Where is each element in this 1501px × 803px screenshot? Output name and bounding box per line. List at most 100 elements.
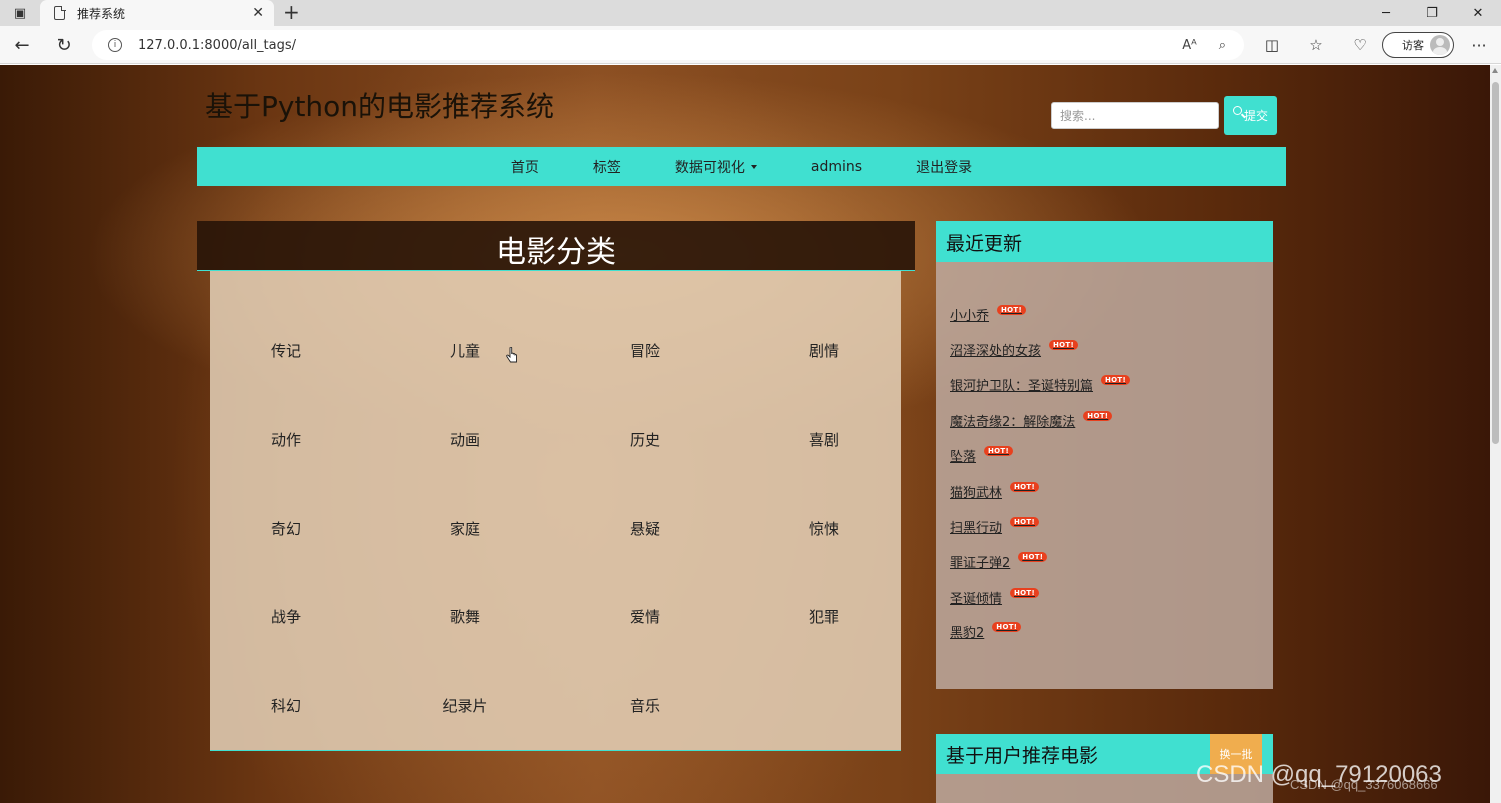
recent-item[interactable]: 扫黑行动 HOT! [950, 516, 1039, 536]
recent-item-title: 罪证子弹2 [950, 556, 1011, 571]
zoom-icon[interactable]: ⌕ [1219, 38, 1226, 53]
hand-cursor-icon [506, 347, 517, 363]
category-item[interactable]: 冒险 [585, 340, 705, 361]
hot-badge: HOT! [1018, 551, 1048, 562]
read-aloud-icon[interactable]: Aᴬ [1182, 38, 1197, 53]
back-icon[interactable]: ← [8, 32, 36, 58]
recent-updates-heading: 最近更新 [946, 233, 1023, 255]
recent-item-title: 圣诞倾情 [950, 592, 1003, 607]
recent-item[interactable]: 魔法奇缘2：解除魔法 HOT! [950, 410, 1113, 430]
recent-item[interactable]: 银河护卫队：圣诞特别篇 HOT! [950, 374, 1130, 394]
recent-updates-panel: 最近更新 小小乔 HOT! 沼泽深处的女孩 HOT! 银河护卫队：圣诞特别篇 HOT!… [936, 221, 1273, 689]
recent-item-title: 银河护卫队：圣诞特别篇 [950, 379, 1094, 394]
tab-close-icon[interactable]: ✕ [252, 5, 264, 21]
search-submit-label: 提交 [1243, 109, 1268, 123]
category-grid: 传记 儿童 冒险 剧情 动作 动画 历史 喜剧 奇幻 家庭 悬疑 惊悚 战争 歌… [210, 271, 901, 751]
tab-actions-icon[interactable]: ▣ [0, 0, 40, 26]
hot-badge: HOT! [1010, 587, 1039, 598]
nav-logout[interactable]: 退出登录 [889, 157, 999, 177]
category-item[interactable]: 奇幻 [226, 518, 346, 539]
category-item[interactable]: 动作 [226, 429, 346, 450]
user-recommend-heading: 基于用户推荐电影 [946, 745, 1099, 767]
site-title: 基于Python的电影推荐系统 [205, 90, 555, 123]
restore-icon[interactable]: ❐ [1409, 0, 1455, 26]
category-item[interactable]: 爱情 [585, 606, 705, 627]
category-item[interactable]: 动画 [405, 429, 525, 450]
close-window-icon[interactable]: ✕ [1455, 0, 1501, 26]
profile-button[interactable]: 访客 [1382, 32, 1454, 58]
nav-dataviz-label: 数据可视化 [674, 159, 745, 176]
nav-user[interactable]: admins [784, 159, 889, 175]
recent-item-title: 扫黑行动 [950, 521, 1003, 536]
recent-updates-header: 最近更新 [936, 221, 1273, 262]
watermark-small: CSDN @qq_3376068666 [1290, 777, 1438, 792]
window-controls: ─ ❐ ✕ [1363, 0, 1501, 26]
split-screen-icon[interactable]: ◫ [1258, 32, 1286, 58]
recent-item-title: 猫狗武林 [950, 486, 1003, 501]
recent-item-title: 黑豹2 [950, 626, 985, 641]
browser-tab[interactable]: 推荐系统 ✕ [40, 0, 274, 26]
search-icon [1232, 106, 1242, 115]
category-item[interactable]: 犯罪 [764, 606, 884, 627]
hot-badge: HOT! [1010, 516, 1039, 527]
recent-item[interactable]: 圣诞倾情 HOT! [950, 587, 1039, 607]
recent-item[interactable]: 猫狗武林 HOT! [950, 481, 1039, 501]
recent-item-title: 坠落 [950, 450, 977, 465]
category-item[interactable]: 惊悚 [764, 518, 884, 539]
recent-item[interactable]: 罪证子弹2 HOT! [950, 551, 1048, 571]
category-item[interactable]: 战争 [226, 606, 346, 627]
profile-label: 访客 [1402, 39, 1424, 52]
category-item[interactable]: 科幻 [226, 695, 346, 716]
category-item[interactable]: 歌舞 [405, 606, 525, 627]
nav-tags[interactable]: 标签 [566, 157, 648, 177]
category-item[interactable]: 历史 [585, 429, 705, 450]
hot-badge: HOT! [1010, 481, 1039, 492]
nav-home[interactable]: 首页 [484, 157, 566, 177]
hot-badge: HOT! [1049, 339, 1078, 350]
main-nav: 首页 标签 数据可视化 admins 退出登录 [197, 147, 1286, 186]
hot-badge: HOT! [992, 621, 1022, 632]
search-submit-button[interactable]: 提交 [1224, 96, 1277, 135]
hot-badge: HOT! [997, 304, 1026, 315]
tab-title: 推荐系统 [77, 6, 126, 21]
scrollbar-thumb[interactable] [1492, 82, 1499, 444]
recent-item[interactable]: 黑豹2 HOT! [950, 621, 1022, 641]
hot-badge: HOT! [1083, 410, 1113, 421]
recent-item-title: 魔法奇缘2：解除魔法 [950, 415, 1076, 430]
recent-item-title: 沼泽深处的女孩 [950, 344, 1042, 359]
browser-essentials-icon[interactable]: ♡ [1346, 32, 1374, 58]
avatar-icon [1430, 35, 1450, 55]
category-item[interactable]: 音乐 [585, 695, 705, 716]
more-options-icon[interactable]: ··· [1466, 32, 1492, 58]
favorites-icon[interactable]: ☆ [1302, 32, 1330, 58]
browser-address-bar: ← ↻ i 127.0.0.1:8000/all_tags/ Aᴬ ⌕ ◫ ☆ … [0, 26, 1501, 64]
page-scrollbar[interactable] [1490, 65, 1501, 803]
recent-item[interactable]: 小小乔 HOT! [950, 304, 1026, 324]
category-item[interactable]: 剧情 [764, 340, 884, 361]
category-heading: 电影分类 [496, 235, 616, 270]
category-item[interactable]: 纪录片 [405, 695, 525, 716]
new-tab-button[interactable]: + [283, 0, 300, 26]
reload-icon[interactable]: ↻ [50, 32, 78, 58]
recent-item[interactable]: 沼泽深处的女孩 HOT! [950, 339, 1078, 359]
browser-tab-bar: ▣ 推荐系统 ✕ + ─ ❐ ✕ [0, 0, 1501, 26]
category-item[interactable]: 家庭 [405, 518, 525, 539]
category-item[interactable]: 喜剧 [764, 429, 884, 450]
nav-dataviz-dropdown[interactable]: 数据可视化 [648, 157, 784, 177]
url-field[interactable]: i 127.0.0.1:8000/all_tags/ Aᴬ ⌕ [92, 30, 1244, 60]
hot-badge: HOT! [1101, 374, 1130, 385]
page-viewport: 基于Python的电影推荐系统 提交 首页 标签 数据可视化 admins 退出… [0, 65, 1490, 803]
category-item[interactable]: 传记 [226, 340, 346, 361]
search-input[interactable] [1051, 102, 1219, 129]
hot-badge: HOT! [984, 445, 1013, 456]
category-item[interactable]: 悬疑 [585, 518, 705, 539]
category-panel-header: 电影分类 [197, 221, 915, 271]
scroll-up-icon[interactable] [1492, 68, 1498, 73]
caret-down-icon [750, 164, 757, 169]
recent-item-title: 小小乔 [950, 309, 990, 324]
url-text: 127.0.0.1:8000/all_tags/ [138, 37, 297, 53]
page-icon [54, 5, 66, 20]
site-info-icon[interactable]: i [108, 38, 122, 52]
minimize-icon[interactable]: ─ [1363, 0, 1409, 26]
recent-item[interactable]: 坠落 HOT! [950, 445, 1013, 465]
